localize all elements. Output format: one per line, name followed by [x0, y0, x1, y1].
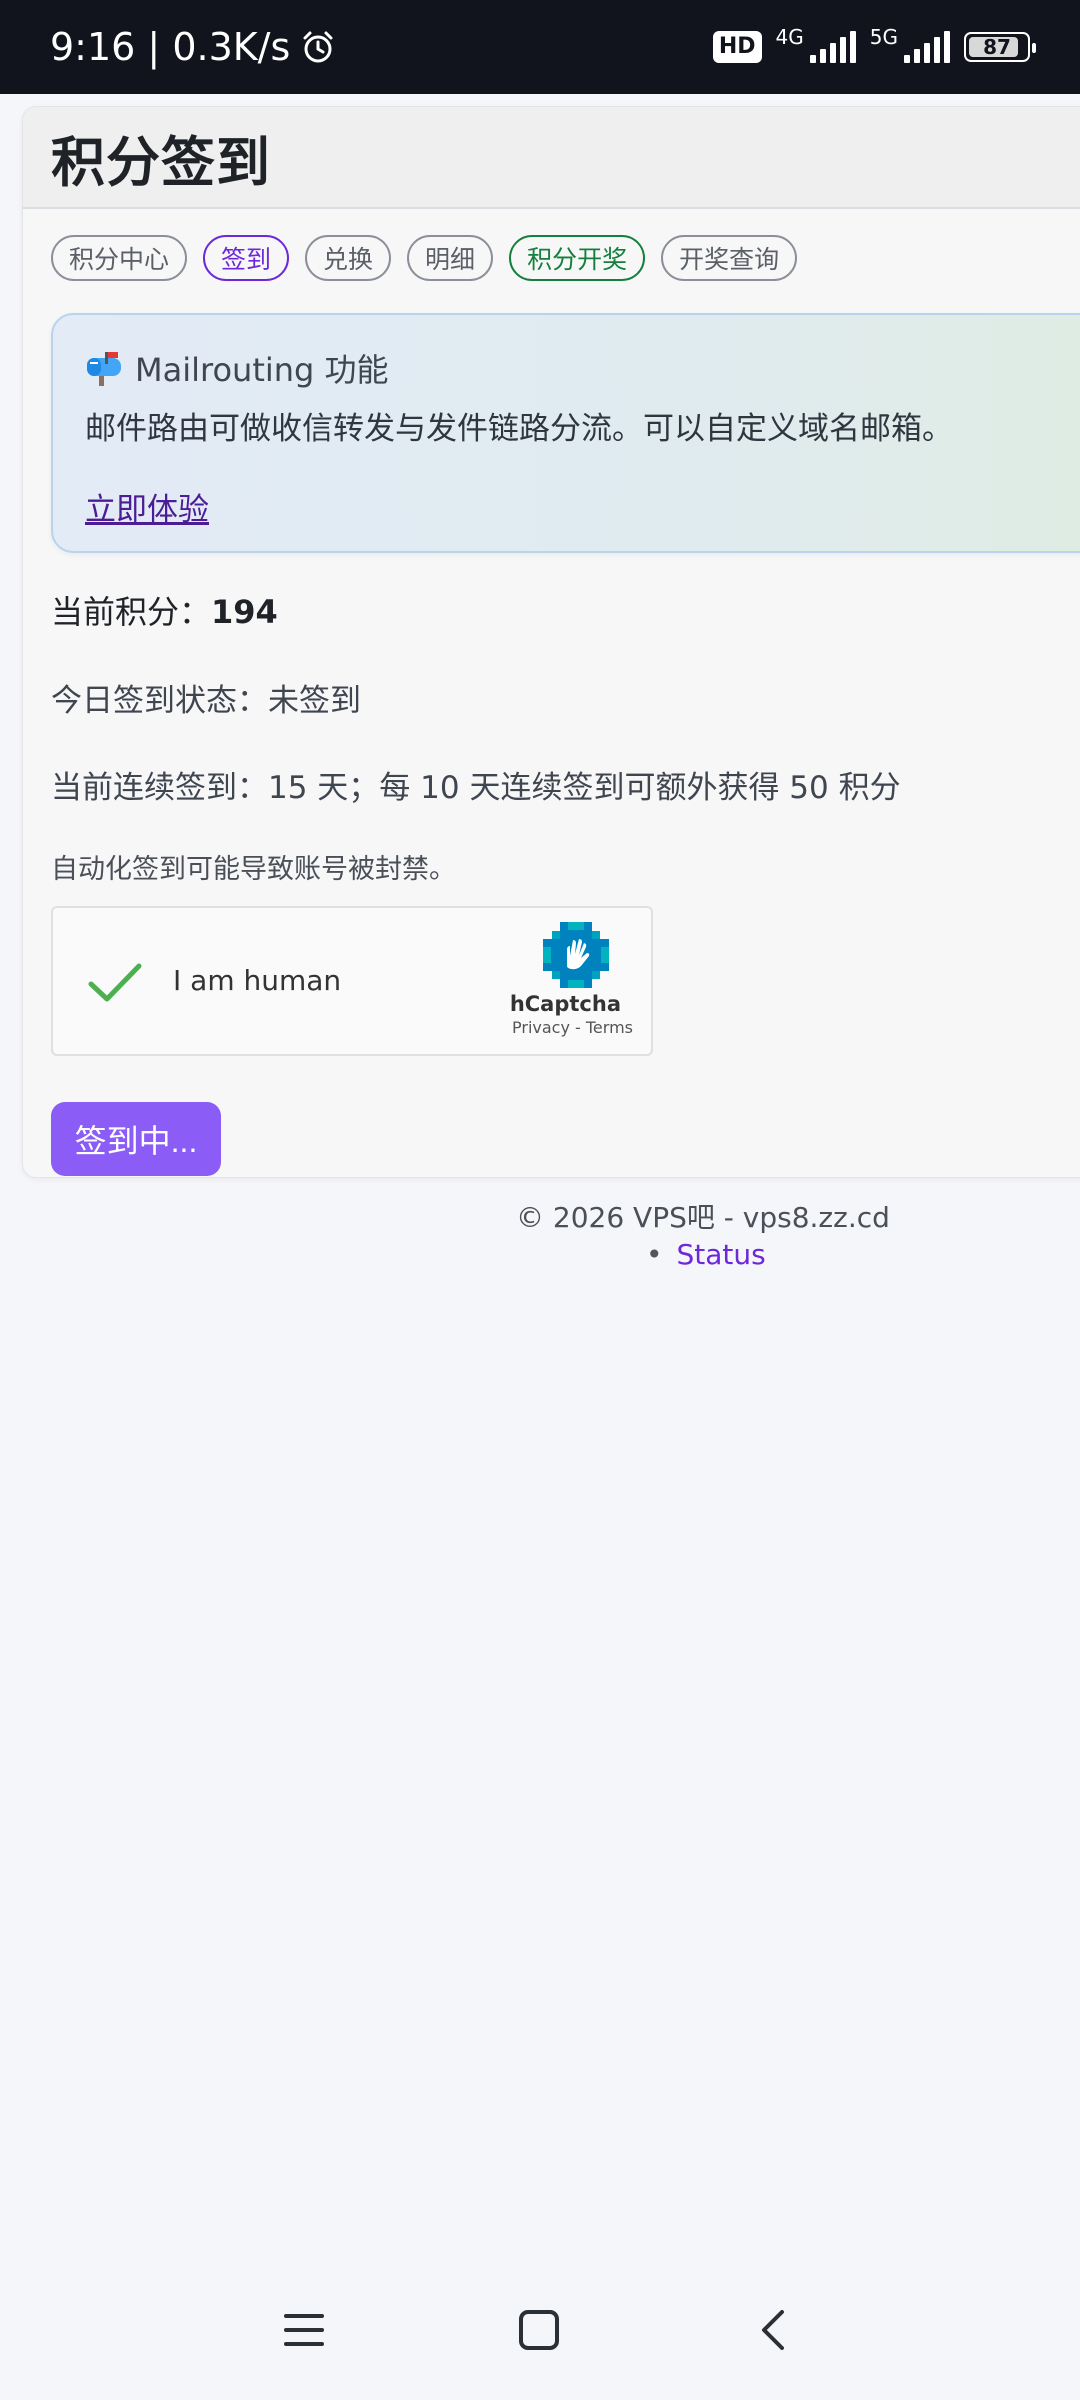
battery-level: 87 [983, 35, 1011, 59]
tab-points-center[interactable]: 积分中心 [51, 235, 188, 281]
network-speed: 0.3K/s [172, 25, 291, 69]
current-points: 当前积分：194 [51, 587, 1080, 633]
tab-lottery-query[interactable]: 开奖查询 [661, 235, 798, 281]
home-icon[interactable] [517, 2308, 561, 2352]
tab-exchange[interactable]: 兑换 [305, 235, 392, 281]
points-label: 当前积分： [51, 593, 212, 631]
signal-5g-icon: 5G [870, 25, 950, 63]
menu-icon[interactable] [282, 2308, 326, 2352]
checkmark-icon[interactable] [87, 962, 143, 1004]
copyright: © 2026 VPS吧 - vps8.zz.cd [516, 1201, 890, 1234]
tab-details[interactable]: 明细 [407, 235, 494, 281]
tab-lottery[interactable]: 积分开奖 [509, 235, 646, 281]
privacy-terms-link[interactable]: Privacy - Terms [512, 1018, 633, 1037]
page-title: 积分签到 [51, 130, 271, 194]
hcaptcha-brand: hCaptcha [509, 992, 621, 1016]
tab-signin[interactable]: 签到 [203, 235, 290, 281]
status-bar-right: HD 4G 5G 87 [712, 25, 1036, 63]
alarm-icon [303, 31, 333, 63]
points-value: 194 [211, 593, 278, 631]
system-nav-bar [0, 2290, 1080, 2370]
status-bar: 9:16 | 0.3K/s HD 4G 5G 87 [0, 0, 1080, 94]
hd-badge: HD [712, 31, 762, 63]
mailbox-icon [87, 352, 121, 386]
card-header: 积分签到 [23, 107, 1080, 209]
status-link[interactable]: Status [677, 1238, 766, 1271]
signin-status: 今日签到状态：未签到 [51, 683, 361, 719]
signin-streak: 当前连续签到：15 天；每 10 天连续签到可额外获得 50 积分 [51, 770, 901, 806]
promo-description: 邮件路由可做收信转发与发件链路分流。可以自定义域名邮箱。 [85, 411, 953, 447]
try-now-link[interactable]: 立即体验 [85, 484, 209, 529]
nav-tabs: 积分中心 签到 兑换 明细 积分开奖 开奖查询 [23, 209, 1080, 281]
captcha-label: I am human [173, 964, 342, 997]
automation-warning: 自动化签到可能导致账号被封禁。 [51, 854, 456, 885]
promo-title: Mailrouting 功能 [135, 351, 389, 389]
signin-card: 积分签到 积分中心 签到 兑换 明细 积分开奖 开奖查询 Mailrouting… [22, 106, 1080, 1178]
promo-title-row: Mailrouting 功能 [85, 345, 1080, 391]
hcaptcha-widget[interactable]: I am human hCaptcha Privacy - Terms [51, 906, 653, 1056]
promo-banner: Mailrouting 功能 邮件路由可做收信转发与发件链路分流。可以自定义域名… [51, 313, 1080, 553]
signal-4g-icon: 4G [776, 25, 856, 63]
status-link-row: • Status [646, 1238, 766, 1271]
bullet: • [646, 1238, 663, 1271]
battery-icon: 87 [964, 32, 1036, 62]
clock: 9:16 [50, 25, 136, 69]
hcaptcha-logo-icon [543, 922, 609, 988]
status-bar-left: 9:16 | 0.3K/s [50, 25, 336, 69]
back-icon[interactable] [752, 2308, 796, 2352]
signin-button[interactable]: 签到中... [51, 1102, 221, 1176]
